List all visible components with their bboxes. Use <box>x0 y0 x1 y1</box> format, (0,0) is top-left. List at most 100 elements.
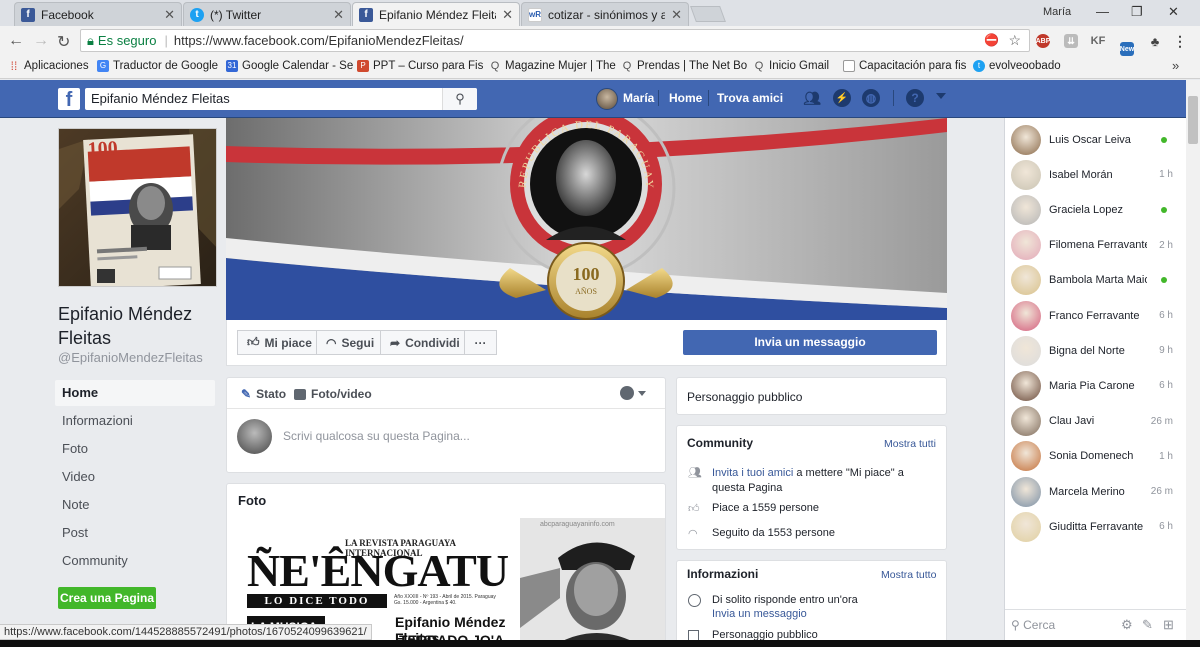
share-button[interactable]: ➦ Condividi <box>380 330 470 355</box>
compose-icon[interactable]: ✎ <box>1142 617 1153 633</box>
tab-wordreference[interactable]: wR cotizar - sinónimos y ant ✕ <box>521 2 689 26</box>
profile-name[interactable]: María <box>1043 6 1071 18</box>
tab-twitter[interactable]: t (*) Twitter ✕ <box>183 2 351 26</box>
adblock-icon[interactable]: ABP <box>1036 34 1050 48</box>
home-link[interactable]: Home <box>669 91 702 105</box>
close-icon[interactable]: ✕ <box>164 7 175 23</box>
page-handle[interactable]: @EpifanioMendezFleitas <box>58 350 203 365</box>
messenger-icon[interactable]: ⚡ <box>833 89 851 107</box>
account-menu-icon[interactable] <box>936 93 946 99</box>
extension-icon[interactable]: ⇊ <box>1064 34 1078 48</box>
likes-count[interactable]: Piace a 1559 persone <box>712 502 819 514</box>
notifications-globe-icon[interactable]: ◍ <box>862 89 880 107</box>
chat-contact[interactable]: Bambola Marta Maiol... <box>1011 263 1181 298</box>
cover-photo[interactable]: 100 AÑOS REPUBLICA DEL PARAGUAY <box>226 118 947 320</box>
left-nav-home[interactable]: Home <box>55 380 215 406</box>
chat-search-input[interactable]: ⚲ Cerca <box>1011 618 1071 632</box>
status-tab[interactable]: ✎ Stato <box>241 387 286 401</box>
invite-friends-text: Invita i tuoi amici a mettere "Mi piace"… <box>712 466 937 496</box>
search-icon[interactable]: ⚲ <box>442 88 477 110</box>
chat-contact[interactable]: Franco Ferravante 6 h <box>1011 298 1181 333</box>
info-message-link[interactable]: Invia un messaggio <box>712 608 807 620</box>
chat-contact[interactable]: Filomena Ferravante 2 h <box>1011 228 1181 263</box>
composer-input[interactable]: Scrivi qualcosa su questa Pagina... <box>283 429 470 443</box>
facebook-logo-icon[interactable]: f <box>58 88 80 111</box>
community-see-all-link[interactable]: Mostra tutti <box>884 438 936 450</box>
kf-extension-icon[interactable]: KF <box>1091 34 1106 48</box>
category-label[interactable]: Personaggio pubblico <box>687 390 802 404</box>
chat-contact[interactable]: Giuditta Ferravante 6 h <box>1011 509 1181 544</box>
close-icon[interactable]: ✕ <box>333 7 344 23</box>
bookmark-star-icon[interactable]: ☆ <box>1008 32 1021 49</box>
new-badge-icon[interactable]: New <box>1120 42 1134 56</box>
bookmark-gmail[interactable]: Q Inicio Gmail <box>753 60 829 72</box>
close-icon[interactable]: ✕ <box>671 7 682 23</box>
gear-icon[interactable]: ⚙ <box>1121 617 1133 633</box>
avatar[interactable] <box>596 88 618 110</box>
chat-contact[interactable]: Marcela Merino 26 m <box>1011 474 1181 509</box>
new-tab-button[interactable] <box>690 6 726 22</box>
photo-video-tab[interactable]: Foto/video <box>294 387 372 401</box>
site-settings-icon[interactable]: ⛔ <box>984 33 999 47</box>
menu-kebab-icon[interactable]: ⋮ <box>1173 33 1187 49</box>
photos-title[interactable]: Foto <box>238 493 266 508</box>
send-message-button[interactable]: Invia un messaggio <box>683 330 937 355</box>
left-nav-info[interactable]: Informazioni <box>55 408 215 434</box>
chat-contact[interactable]: Maria Pia Carone 6 h <box>1011 368 1181 403</box>
forward-arrow-icon[interactable]: → <box>33 32 49 50</box>
friend-requests-icon[interactable]: 👥︎ <box>803 89 821 107</box>
reload-icon[interactable]: ↻ <box>57 32 70 52</box>
follows-count[interactable]: Seguito da 1553 persone <box>712 527 835 539</box>
chat-contact[interactable]: Luis Oscar Leiva <box>1011 122 1181 157</box>
scrollbar-thumb[interactable] <box>1188 96 1198 144</box>
like-button[interactable]: 👍︎ Mi piace <box>237 330 322 355</box>
chat-contact[interactable]: Sonia Domenech 1 h <box>1011 439 1181 474</box>
left-nav-community[interactable]: Community <box>55 548 215 574</box>
chat-contact-name: Franco Ferravante <box>1049 309 1140 322</box>
chat-contact[interactable]: Graciela Lopez <box>1011 192 1181 227</box>
search-input[interactable]: Epifanio Méndez Fleitas <box>85 88 477 110</box>
maximize-icon[interactable]: ❐ <box>1131 4 1143 20</box>
bookmark-magazine[interactable]: Q Magazine Mujer | The <box>489 60 616 72</box>
profile-link[interactable]: María <box>623 91 654 105</box>
invite-friends-link[interactable]: Invita i tuoi amici <box>712 467 793 479</box>
left-nav-notes[interactable]: Note <box>55 492 215 518</box>
tab-epifanio[interactable]: f Epifanio Méndez Fleitas ✕ <box>352 2 520 26</box>
more-bookmarks-icon[interactable]: » <box>1172 58 1179 73</box>
bookmark-evolve[interactable]: t evolveoobado <box>973 60 1061 72</box>
url-text[interactable]: https://www.facebook.com/EpifanioMendezF… <box>174 33 464 48</box>
follow-button[interactable]: ◠ Segui <box>316 330 385 355</box>
find-friends-link[interactable]: Trova amici <box>717 91 783 105</box>
scrollbar[interactable] <box>1186 80 1200 647</box>
chevron-down-icon[interactable] <box>638 391 646 396</box>
bookmark-calendar[interactable]: 31 Google Calendar - Se <box>226 60 353 72</box>
left-nav-posts[interactable]: Post <box>55 520 215 546</box>
create-page-button[interactable]: Crea una Pagina <box>58 587 156 609</box>
second-photo[interactable]: abcparaguayaninfo.com <box>520 518 665 646</box>
search-icon: Q <box>622 60 632 72</box>
window-close-icon[interactable]: ✕ <box>1168 4 1179 20</box>
evernote-icon[interactable]: ♣ <box>1148 34 1162 49</box>
minimize-icon[interactable]: — <box>1096 4 1109 19</box>
bookmark-capacitacion[interactable]: Capacitación para fis <box>843 60 966 72</box>
page-profile-picture[interactable]: 100 <box>58 128 217 287</box>
divider: | <box>164 33 168 48</box>
tab-facebook[interactable]: f Facebook ✕ <box>14 2 182 26</box>
left-nav-video[interactable]: Video <box>55 464 215 490</box>
address-bar[interactable]: 🔒︎ Es seguro | https://www.facebook.com/… <box>80 29 1030 52</box>
avatar-selector-icon[interactable] <box>620 386 634 400</box>
bookmark-apps[interactable]: ⁞⁞ Aplicaciones <box>8 60 89 72</box>
close-icon[interactable]: ✕ <box>502 7 513 23</box>
more-options-button[interactable]: ··· <box>464 330 497 355</box>
back-arrow-icon[interactable]: ← <box>8 32 24 50</box>
chat-contact[interactable]: Bigna del Norte 9 h <box>1011 333 1181 368</box>
left-nav-photos[interactable]: Foto <box>55 436 215 462</box>
chat-contact[interactable]: Isabel Morán 1 h <box>1011 157 1181 192</box>
group-chat-icon[interactable]: ⊞ <box>1163 617 1174 633</box>
chat-contact[interactable]: Clau Javi 26 m <box>1011 404 1181 439</box>
bookmark-prendas[interactable]: Q Prendas | The Net Bo <box>621 60 747 72</box>
bookmark-translate[interactable]: G Traductor de Google <box>97 60 218 72</box>
info-see-all-link[interactable]: Mostra tutto <box>881 569 936 581</box>
help-icon[interactable]: ? <box>906 89 924 107</box>
bookmark-ppt[interactable]: P PPT – Curso para Fis <box>357 60 483 72</box>
